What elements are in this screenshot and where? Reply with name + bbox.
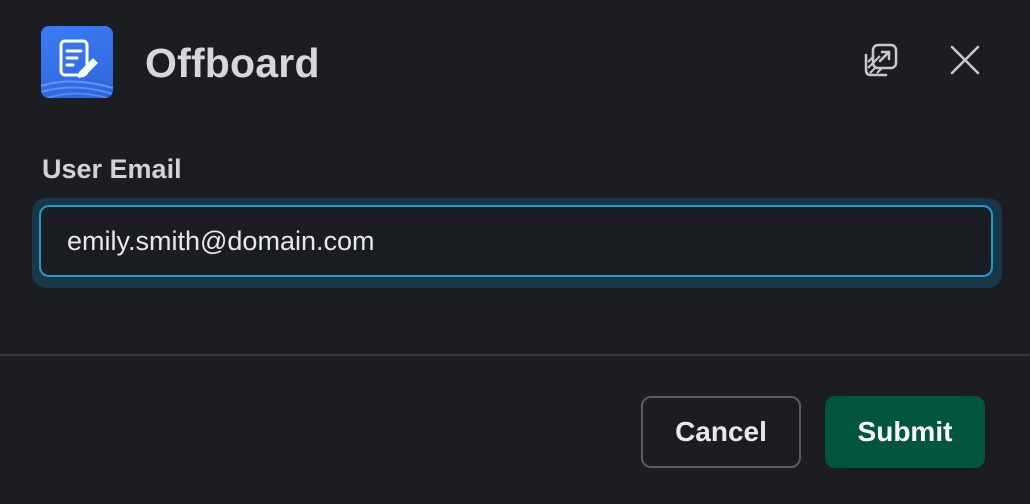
- dialog-title: Offboard: [145, 40, 320, 86]
- close-icon: [949, 44, 981, 81]
- document-pen-icon: [41, 26, 113, 98]
- user-email-input[interactable]: [39, 205, 993, 277]
- offboard-dialog: Offboard User Email emily.smith@domain.c…: [0, 0, 1030, 504]
- submit-button[interactable]: Submit: [825, 396, 985, 468]
- close-button[interactable]: [943, 40, 987, 84]
- footer-divider: [0, 354, 1030, 356]
- dialog-header: Offboard: [0, 0, 1030, 124]
- user-email-label: User Email: [42, 154, 182, 184]
- popout-window-icon: [861, 40, 901, 85]
- user-email-focus-ring: [32, 198, 1002, 288]
- popout-button[interactable]: [859, 40, 903, 84]
- cancel-button[interactable]: Cancel: [641, 396, 801, 468]
